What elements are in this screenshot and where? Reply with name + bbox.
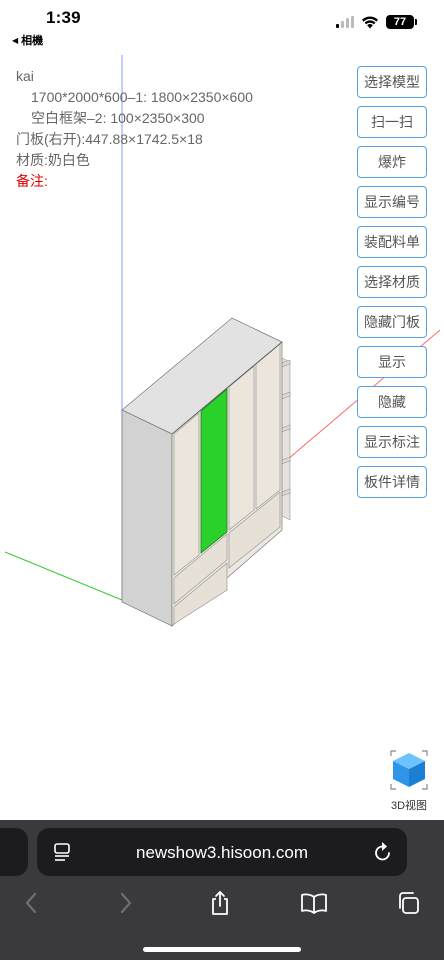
back-triangle-icon: ◀ xyxy=(12,35,19,45)
select-model-button[interactable]: 选择模型 xyxy=(357,66,427,98)
back-to-app-link[interactable]: ◀ 相機 xyxy=(12,32,43,48)
scan-button[interactable]: 扫一扫 xyxy=(357,106,427,138)
forward-arrow-icon[interactable] xyxy=(111,888,141,918)
remark-label: 备注: xyxy=(16,173,48,189)
3d-view-label: 3D视图 xyxy=(390,800,428,812)
explode-button[interactable]: 爆炸 xyxy=(357,146,427,178)
back-app-label: 相機 xyxy=(21,35,44,47)
material-line: 材质:奶白色 xyxy=(16,152,90,168)
system-icons: 77 xyxy=(336,15,417,29)
status-bar: 1:39 ◀ 相機 77 xyxy=(0,0,444,50)
status-time: 1:39 xyxy=(46,8,81,27)
frame-dimension-line: 空白框架–2: 100×2350×300 xyxy=(31,110,205,126)
address-bar[interactable]: newshow3.hisoon.com xyxy=(37,828,407,876)
action-button-column: 选择模型 扫一扫 爆炸 显示编号 装配料单 选择材质 隐藏门板 显示 隐藏 显示… xyxy=(357,66,427,506)
url-text: newshow3.hisoon.com xyxy=(136,843,308,862)
door-dimension-line: 门板(右开):447.88×1742.5×18 xyxy=(16,131,203,147)
select-material-button[interactable]: 选择材质 xyxy=(357,266,427,298)
wifi-icon xyxy=(362,16,378,28)
axis-x-line xyxy=(4,551,123,601)
home-indicator[interactable] xyxy=(143,947,301,952)
previous-tab-preview[interactable] xyxy=(0,828,28,876)
model-info-panel: kai 1700*2000*600–1: 1800×2350×600 空白框架–… xyxy=(16,66,253,192)
tabs-icon[interactable] xyxy=(393,888,423,918)
model-name: kai xyxy=(16,68,34,84)
show-numbers-button[interactable]: 显示编号 xyxy=(357,186,427,218)
share-icon[interactable] xyxy=(205,888,235,918)
cellular-signal-icon xyxy=(336,16,354,28)
back-arrow-icon[interactable] xyxy=(16,888,46,918)
model-dimension-line: 1700*2000*600–1: 1800×2350×600 xyxy=(31,89,253,105)
hide-button[interactable]: 隐藏 xyxy=(357,386,427,418)
browser-chrome: newshow3.hisoon.com xyxy=(0,820,444,960)
assembly-list-button[interactable]: 装配料单 xyxy=(357,226,427,258)
show-button[interactable]: 显示 xyxy=(357,346,427,378)
bookmarks-icon[interactable] xyxy=(299,888,329,918)
reload-icon[interactable] xyxy=(373,841,393,863)
hide-doors-button[interactable]: 隐藏门板 xyxy=(357,306,427,338)
3d-view-button[interactable]: 3D视图 xyxy=(386,748,432,812)
browser-toolbar xyxy=(0,884,444,924)
cabinet-left-side xyxy=(121,409,173,627)
panel-details-button[interactable]: 板件详情 xyxy=(357,466,427,498)
battery-icon: 77 xyxy=(386,15,417,29)
show-annotations-button[interactable]: 显示标注 xyxy=(357,426,427,458)
cube-icon xyxy=(390,750,428,790)
